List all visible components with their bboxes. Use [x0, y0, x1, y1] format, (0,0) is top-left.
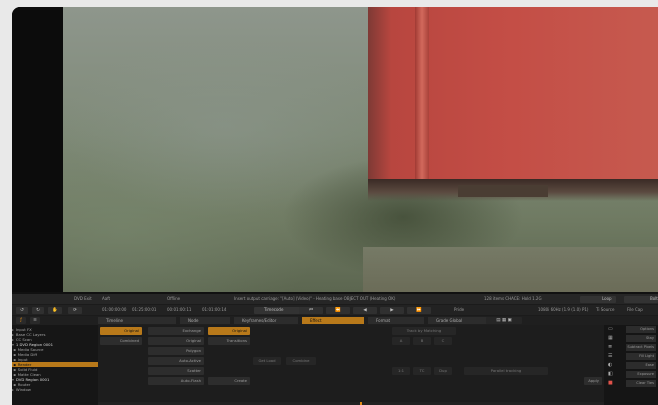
btn-lower[interactable]: Dup — [434, 367, 452, 375]
tree-row[interactable]: ▸ Window — [12, 387, 98, 392]
redo-icon[interactable]: ↻ — [32, 306, 44, 314]
source-label: Ti Source — [596, 307, 615, 312]
top-toolbar: DVD Exit Aaft Offline Insert output carr… — [12, 294, 658, 304]
right-option[interactable]: Clear Ties — [626, 380, 656, 387]
col2-chip[interactable]: Auto-Flash — [148, 377, 204, 385]
resolution-info: 1080i 60Hz (1.9 (1.0) P1) — [538, 307, 589, 312]
train-car-edge — [415, 7, 429, 179]
tab-grade-global[interactable]: Grade Global — [428, 317, 488, 324]
video-frame — [63, 7, 658, 292]
loop-label: Loop — [602, 296, 612, 301]
col2-chip[interactable]: Polygon — [148, 347, 204, 355]
status-message: Insert output carriage: "[Auto] (Video)"… — [234, 296, 396, 301]
tab-effect[interactable]: Effect — [302, 317, 364, 324]
cache-info: 128 items CHACE: Hold 1.2G — [484, 296, 542, 301]
right-option[interactable]: Ease — [626, 362, 656, 369]
step-back-icon[interactable]: ⏪ — [326, 306, 350, 314]
col1-chip[interactable]: Combined — [100, 337, 142, 345]
create-button[interactable]: Create — [208, 377, 250, 385]
status-text: Offline — [167, 296, 181, 301]
layers-icon[interactable]: ▭ — [608, 326, 615, 332]
reverse-icon[interactable]: ◀ — [353, 306, 377, 314]
list-icon[interactable]: ≣ — [608, 344, 615, 350]
toggle-icon[interactable]: ◧ — [608, 371, 615, 377]
right-option[interactable]: Exposure — [626, 371, 656, 378]
mode-label: Pride — [454, 307, 465, 312]
train-step — [458, 185, 548, 197]
col1-chip[interactable]: Original — [100, 327, 142, 335]
control-panel: DVD Exit Aaft Offline Insert output carr… — [12, 294, 658, 405]
timecode-duration: 00:01:00:11 — [167, 307, 192, 312]
timecode-bar: ↺ ↻ ✋ ⟳ 01:00:00:00 01:25:00:01 00:01:00… — [12, 305, 658, 315]
col2-chip[interactable]: Auto-Active — [148, 357, 204, 365]
refresh-icon[interactable]: ⟳ — [68, 306, 82, 314]
tab-timeline[interactable]: Timeline — [98, 317, 176, 324]
hand-icon[interactable]: ✋ — [48, 306, 62, 314]
btn-lower[interactable]: TC — [413, 367, 431, 375]
app-window: DVD Exit Aaft Offline Insert output carr… — [12, 7, 658, 405]
apply-button[interactable]: Apply — [584, 377, 602, 385]
right-tool-column: ▭ Options ▦ Stay ≣ Subtract Pixels ☰ Fil… — [604, 325, 658, 405]
btn-a[interactable]: A — [392, 337, 410, 345]
col3-chip[interactable]: Original — [208, 327, 250, 335]
tab-keyframes[interactable]: Keyframes/Editor — [234, 317, 298, 324]
right-option[interactable]: Options — [626, 326, 656, 333]
tab-bar: ƒ ≡ Timeline Node Keyframes/Editor Effec… — [12, 316, 658, 325]
layers-icon[interactable]: ≡ — [30, 317, 40, 324]
timecode-in: 01:00:00:00 — [102, 307, 127, 312]
exit-label[interactable]: DVD Exit — [74, 294, 92, 304]
record-icon[interactable]: ■ — [608, 380, 615, 386]
btn-lower[interactable]: 1:1 — [392, 367, 410, 375]
fx-icon[interactable]: ƒ — [16, 317, 26, 324]
play-icon[interactable]: ▶ — [380, 306, 404, 314]
tree-label: Window — [15, 387, 31, 392]
col2-chip[interactable]: Original — [148, 337, 204, 345]
tab-node[interactable]: Node — [180, 317, 230, 324]
combine-button[interactable]: Combine — [286, 357, 316, 365]
right-option[interactable]: Subtract Pixels — [626, 344, 656, 351]
file-cap-label: File Cap — [627, 307, 643, 312]
right-option[interactable]: Fill Light — [626, 353, 656, 360]
effect-content: Original Combined Exchange Original Poly… — [98, 325, 604, 405]
layer-tree: ▸ Input FX ▸ Base CC Layers ▸ CC Scan ▾ 1 DV… — [12, 325, 98, 405]
get-load-button[interactable]: Get Load — [253, 357, 281, 365]
timecode-out: 01:25:00:01 — [132, 307, 157, 312]
btn-b[interactable]: B — [413, 337, 431, 345]
parallel-tracking-button[interactable]: Parallel tracking — [464, 367, 548, 375]
col3-chip[interactable]: Transitions — [208, 337, 250, 345]
view-icons[interactable]: ▤ ▦ ▣ — [486, 317, 522, 324]
menu-icon[interactable]: ☰ — [608, 353, 615, 359]
circle-icon[interactable]: ◐ — [608, 362, 615, 368]
col2-chip[interactable]: Scatter — [148, 367, 204, 375]
tab-format[interactable]: Format — [368, 317, 424, 324]
step-forward-icon[interactable]: ⏩ — [407, 306, 431, 314]
grid-icon[interactable]: ▦ — [608, 335, 615, 341]
timecode-button-label: Timecode — [264, 307, 284, 312]
timecode-current: 01:01:00:14 — [202, 307, 227, 312]
train-car — [368, 7, 658, 185]
video-viewer[interactable] — [12, 7, 658, 292]
clip-name: Aaft — [102, 296, 111, 301]
track-ground — [363, 247, 658, 292]
bolt-label: Bolt — [650, 296, 658, 301]
btn-c[interactable]: C — [434, 337, 452, 345]
right-option[interactable]: Stay — [626, 335, 656, 342]
undo-icon[interactable]: ↺ — [16, 306, 28, 314]
track-matching-button[interactable]: Track by Matching — [392, 327, 456, 335]
skip-back-icon[interactable]: ⏮ — [299, 306, 323, 314]
col2-chip[interactable]: Exchange — [148, 327, 204, 335]
